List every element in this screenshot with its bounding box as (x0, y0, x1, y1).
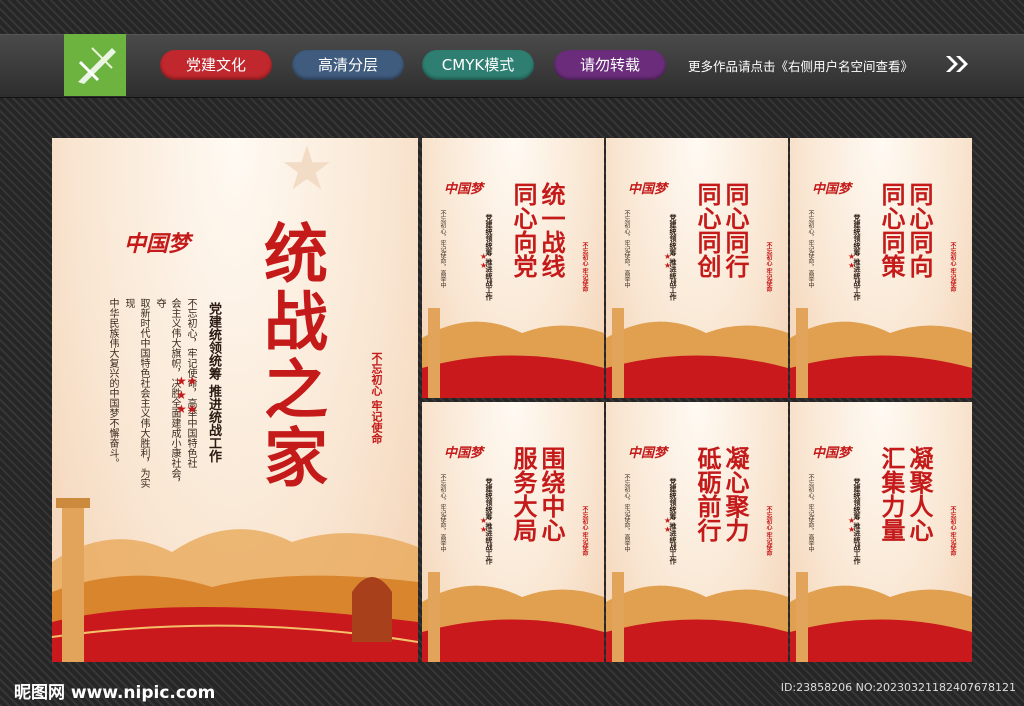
stars-decoration-icon: ★★ ★ ★★ (176, 374, 198, 416)
great-wall-landscape (606, 308, 788, 398)
star-decoration-icon: ★ (280, 138, 334, 204)
poster-body: 不忘初心，牢记使命，高举中 (807, 210, 814, 288)
poster-title-line: 汇集力量 (877, 446, 906, 542)
double-arrow-icon[interactable] (944, 54, 970, 74)
poster-body-line: 取新时代中国特色社会主义伟大胜利，为实现 (123, 298, 149, 488)
stars-decoration-icon: ★ ★ (848, 516, 856, 534)
stars-decoration-icon: ★ ★ (480, 252, 488, 270)
poster-small-5: 中国梦 凝心聚力 砥砺前行 党建统领统筹 推进统战工作 不忘初心，牢记使命，高举… (606, 402, 788, 662)
nipic-watermark: 昵图网 www.nipic.com (14, 683, 216, 703)
stars-decoration-icon: ★ ★ (664, 252, 672, 270)
stars-decoration-icon: ★ ★ (480, 516, 488, 534)
china-dream-emblem: 中国梦 (812, 182, 852, 197)
great-wall-landscape (52, 498, 418, 662)
poster-motto: 不忘初心 牢记使命 (765, 506, 772, 557)
poster-small-1: 中国梦 统一战线 同心向党 党建统领统筹 推进统战工作 不忘初心，牢记使命，高举… (422, 138, 604, 398)
poster-subtitle: 党建统领统筹 推进统战工作 (206, 302, 221, 463)
china-dream-emblem: 中国梦 (812, 446, 852, 461)
poster-motto: 不忘初心 牢记使命 (370, 352, 383, 444)
china-dream-emblem: 中国梦 (444, 182, 484, 197)
tag-party-culture[interactable]: 党建文化 (160, 50, 272, 80)
tag-no-repost[interactable]: 请勿转载 (554, 50, 666, 80)
tag-hd-layered[interactable]: 高清分层 (292, 50, 404, 80)
poster-small-3: 中国梦 同心同向 同心同策 党建统领统筹 推进统战工作 不忘初心，牢记使命，高举… (790, 138, 972, 398)
main-poster: ★ 中国梦 统战之家 党建统领统筹 推进统战工作 不忘初心，牢记使命，高举中国特… (52, 138, 418, 662)
great-wall-landscape (422, 572, 604, 662)
china-dream-emblem: 中国梦 (628, 182, 668, 197)
poster-title-line: 同心向党 (509, 182, 538, 278)
image-id-text: ID:23858206 NO:20230321182407678121 (780, 681, 1016, 694)
poster-body: 不忘初心，牢记使命，高举中 (439, 474, 446, 552)
poster-motto: 不忘初心 牢记使命 (581, 506, 588, 557)
poster-body: 不忘初心，牢记使命，高举中 (807, 474, 814, 552)
stars-decoration-icon: ★ ★ (664, 516, 672, 534)
poster-title: 统战之家 (253, 220, 328, 492)
china-dream-emblem: 中国梦 (444, 446, 484, 461)
poster-small-4: 中国梦 围绕中心 服务大局 党建统领统筹 推进统战工作 不忘初心，牢记使命，高举… (422, 402, 604, 662)
poster-title-line: 砥砺前行 (693, 446, 722, 542)
poster-body: 不忘初心，牢记使命，高举中 (439, 210, 446, 288)
tag-cmyk-mode[interactable]: CMYK模式 (422, 50, 534, 80)
poster-small-6: 中国梦 凝聚人心 汇集力量 党建统领统筹 推进统战工作 不忘初心，牢记使命，高举… (790, 402, 972, 662)
poster-title-line: 同心同创 (693, 182, 722, 278)
poster-body-line: 中华民族伟大复兴的中国梦不懈奋斗。 (107, 298, 118, 468)
great-wall-landscape (790, 308, 972, 398)
poster-small-2: 中国梦 同心同行 同心同创 党建统领统筹 推进统战工作 不忘初心，牢记使命，高举… (606, 138, 788, 398)
poster-motto: 不忘初心 牢记使命 (765, 242, 772, 293)
poster-body: 不忘初心，牢记使命，高举中 (623, 210, 630, 288)
poster-title-line: 服务大局 (509, 446, 538, 542)
china-dream-emblem: 中国梦 (628, 446, 668, 461)
poster-motto: 不忘初心 牢记使命 (949, 506, 956, 557)
poster-body: 不忘初心，牢记使命，高举中 (623, 474, 630, 552)
poster-motto: 不忘初心 牢记使命 (949, 242, 956, 293)
great-wall-landscape (422, 308, 604, 398)
poster-motto: 不忘初心 牢记使命 (581, 242, 588, 293)
poster-title-line: 同心同策 (877, 182, 906, 278)
china-dream-emblem: 中国梦 (124, 231, 191, 257)
great-wall-landscape (606, 572, 788, 662)
great-wall-landscape (790, 572, 972, 662)
stars-decoration-icon: ★ ★ (848, 252, 856, 270)
more-works-link[interactable]: 更多作品请点击《右侧用户名空间查看》 (688, 56, 913, 75)
brand-logo-icon (64, 34, 126, 96)
